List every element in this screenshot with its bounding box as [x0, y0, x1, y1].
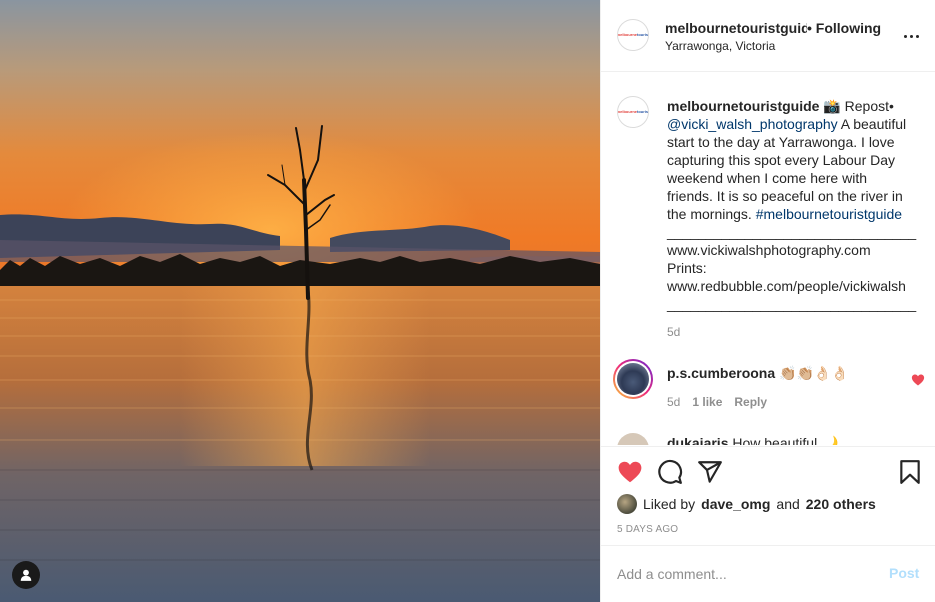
sunset-lake-photo — [0, 0, 600, 602]
comment-composer: Post — [601, 546, 935, 602]
comment-icon[interactable] — [657, 459, 683, 485]
comment-username[interactable]: dukaiaris — [667, 435, 728, 445]
paper-plane-icon[interactable] — [697, 459, 723, 485]
tagged-user-icon[interactable] — [12, 561, 40, 589]
author-avatar[interactable]: melbournetourist — [617, 19, 649, 51]
mention-link[interactable]: @vicki_walsh_photography — [667, 116, 838, 132]
caption-author-avatar[interactable]: melbournetourist — [617, 96, 649, 128]
caption-timestamp[interactable]: 5d — [667, 325, 680, 339]
comment-likes[interactable]: 1 like — [692, 395, 722, 409]
post-comment-button[interactable]: Post — [889, 565, 919, 581]
post-location[interactable]: Yarrawonga, Victoria — [665, 39, 775, 53]
post-actions: Liked by dave_omg and 220 others 5 DAYS … — [601, 446, 935, 546]
reply-button[interactable]: Reply — [734, 395, 767, 409]
comment-text: 👏🏼👏🏼👌🏻👌🏻 — [775, 365, 849, 381]
commenter-avatar[interactable] — [613, 359, 653, 399]
commenter-avatar[interactable] — [617, 433, 649, 445]
caption-username[interactable]: melbournetouristguide — [667, 98, 819, 114]
melbourne-tourist-guide-logo: melbournetourist — [617, 109, 649, 114]
following-label[interactable]: • Following — [807, 20, 881, 36]
comment-item: p.s.cumberoona 👏🏼👏🏼👌🏻👌🏻 — [667, 365, 849, 382]
comments-section[interactable]: melbournetourist melbournetouristguide 📸… — [601, 73, 935, 445]
post-date[interactable]: 5 DAYS AGO — [617, 524, 678, 535]
post-caption: melbournetouristguide 📸 Repost• @vicki_w… — [667, 98, 917, 312]
comment-username[interactable]: p.s.cumberoona — [667, 365, 775, 381]
comment-text: How beautiful 🌙 — [728, 435, 839, 445]
heart-filled-icon[interactable] — [617, 459, 643, 485]
comment-meta: 5d 1 like Reply — [667, 395, 767, 409]
melbourne-tourist-guide-logo: melbournetourist — [617, 32, 649, 37]
liker-username[interactable]: dave_omg — [701, 496, 770, 512]
liked-by-summary: Liked by dave_omg and 220 others — [617, 493, 876, 515]
hashtag-link[interactable]: #melbournetouristguide — [756, 206, 902, 222]
more-horizontal-icon[interactable] — [901, 27, 921, 45]
comment-heart-filled-icon[interactable] — [911, 373, 925, 387]
likes-count-link[interactable]: 220 others — [806, 496, 876, 512]
post-side-panel: melbournetourist melbournetouristguide• … — [600, 0, 935, 602]
comment-timestamp[interactable]: 5d — [667, 395, 680, 409]
author-username[interactable]: melbournetouristguide• Following — [665, 20, 897, 36]
post-header: melbournetourist melbournetouristguide• … — [601, 0, 935, 72]
comment-input[interactable] — [617, 562, 877, 586]
post-photo[interactable] — [0, 0, 600, 602]
liker-avatar[interactable] — [617, 494, 637, 514]
comment-item: dukaiaris How beautiful 🌙 — [667, 435, 839, 445]
bookmark-icon[interactable] — [897, 459, 923, 485]
